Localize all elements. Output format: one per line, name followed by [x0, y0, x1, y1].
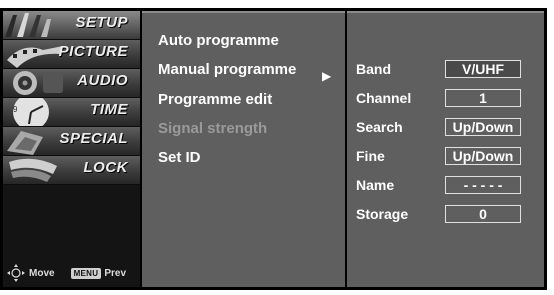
tab-setup[interactable]: SETUP [3, 11, 140, 40]
tab-label: SETUP [75, 14, 128, 31]
audio-icon [13, 71, 63, 95]
tab-time[interactable]: 9 TIME [3, 98, 140, 127]
tab-audio[interactable]: AUDIO [3, 69, 140, 98]
search-value[interactable]: Up/Down [445, 118, 521, 136]
menu-key-badge: MENU [70, 267, 102, 279]
channel-label: Channel [356, 90, 412, 106]
menu-item-programme-edit[interactable]: Programme edit [158, 91, 272, 108]
name-label: Name [356, 177, 395, 193]
band-label: Band [356, 61, 391, 77]
menu-item-auto-programme[interactable]: Auto programme [158, 32, 279, 49]
svg-text:9: 9 [13, 105, 18, 114]
fine-label: Fine [356, 148, 385, 164]
osd-menu-frame: SETUP PICTURE AUDIO 9 TIME SPECIAL LOCK … [0, 8, 547, 290]
menu-item-signal-strength: Signal strength [158, 120, 268, 137]
tab-label: PICTURE [58, 43, 128, 60]
help-bar: Move MENU Prev [3, 259, 140, 287]
menu-item-set-id[interactable]: Set ID [158, 149, 201, 166]
tab-label: TIME [90, 101, 128, 118]
band-value[interactable]: V/UHF [445, 60, 521, 78]
setup-icon [5, 13, 51, 37]
prev-label: Prev [104, 267, 127, 279]
move-label: Move [29, 267, 55, 279]
move-icon [7, 264, 25, 282]
storage-value[interactable]: 0 [445, 205, 521, 223]
menu-tab-column: SETUP PICTURE AUDIO 9 TIME SPECIAL LOCK [3, 11, 140, 287]
time-icon: 9 [13, 98, 49, 126]
tab-label: AUDIO [77, 72, 128, 89]
name-value[interactable]: - - - - - [445, 176, 521, 194]
setup-menu-panel: Auto programme Manual programme ▶ Progra… [142, 11, 345, 287]
storage-label: Storage [356, 206, 409, 222]
tab-special[interactable]: SPECIAL [3, 127, 140, 156]
tab-lock[interactable]: LOCK [3, 156, 140, 185]
channel-value[interactable]: 1 [445, 89, 521, 107]
fine-value[interactable]: Up/Down [445, 147, 521, 165]
menu-item-manual-programme[interactable]: Manual programme [158, 61, 296, 78]
tab-label: LOCK [83, 159, 128, 176]
tab-picture[interactable]: PICTURE [3, 40, 140, 69]
lock-icon [9, 158, 57, 182]
manual-programme-panel: Band V/UHF Channel 1 Search Up/Down Fine… [347, 11, 544, 287]
submenu-arrow-icon: ▶ [322, 69, 332, 83]
tab-label: SPECIAL [59, 130, 128, 147]
search-label: Search [356, 119, 403, 135]
